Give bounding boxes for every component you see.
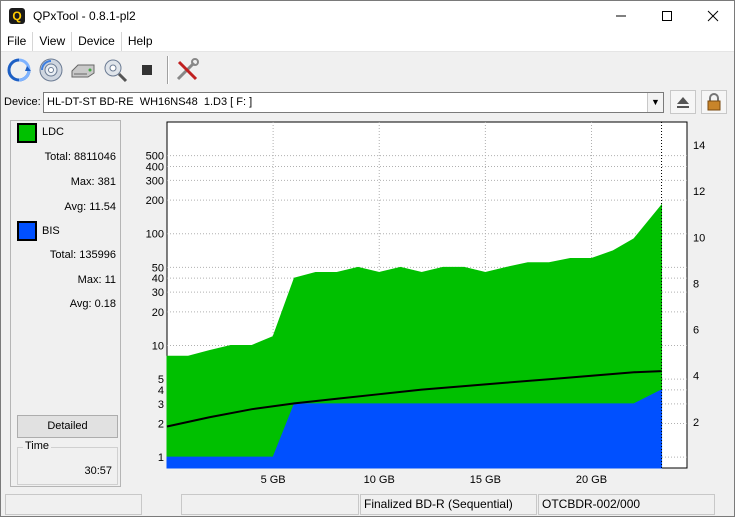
toolbar [1,53,734,87]
app-icon: Q [9,8,25,24]
drive-icon [71,64,95,78]
bis-total: Total: 135996 [49,249,116,261]
y-left-tick-label: 10 [152,340,164,352]
refresh-icon [7,58,31,82]
status-disc-type: Finalized BD-R (Sequential) [360,494,537,515]
y-left-tick-label: 50 [152,262,164,274]
refresh-button[interactable] [4,55,34,85]
status-bar: Finalized BD-R (Sequential) OTCBDR-002/0… [1,494,734,516]
detailed-button[interactable]: Detailed [17,415,118,438]
time-group: Time 30:57 [17,440,118,485]
status-cell-2 [181,494,359,515]
eject-icon [677,97,689,108]
y-left-tick-label: 40 [152,273,164,285]
status-cell-1 [5,494,142,515]
stop-button[interactable] [132,55,162,85]
y-right-tick-label: 10 [693,232,705,244]
y-right-tick-label: 6 [693,325,699,337]
y-left-tick-label: 1 [158,452,164,464]
minimize-icon [616,15,626,17]
ldc-max: Max: 381 [70,176,116,188]
y-left-tick-label: 200 [146,195,164,207]
menu-help[interactable]: Help [122,32,159,51]
y-right-tick-label: 14 [693,140,705,152]
y-left-tick-label: 2 [158,419,164,431]
time-label: Time [23,440,52,452]
title-bar[interactable]: Q QPxTool - 0.8.1-pl2 [1,1,734,31]
close-icon [707,10,719,22]
bis-max: Max: 11 [77,274,116,286]
tools-icon [176,58,199,81]
bis-swatch [17,221,37,241]
y-right-tick-label: 8 [693,278,699,290]
disc-icon [39,58,63,82]
x-tick-label: 15 GB [470,474,501,486]
quality-chart: 1234510203040501002003004005002468101214… [146,121,705,486]
y-left-tick-label: 20 [152,307,164,319]
window-title: QPxTool - 0.8.1-pl2 [33,9,136,23]
ldc-swatch [17,123,37,143]
search-disc-icon [104,59,128,83]
device-label: Device: [4,96,41,108]
maximize-icon [662,11,672,21]
y-left-tick-label: 100 [146,229,164,241]
lock-button[interactable] [701,90,727,114]
y-left-tick-label: 4 [158,385,164,397]
y-left-tick-label: 400 [146,161,164,173]
status-media-id: OTCBDR-002/000 [538,494,715,515]
y-left-tick-label: 300 [146,175,164,187]
drive-button[interactable] [68,55,98,85]
y-right-tick-label: 2 [693,417,699,429]
maximize-button[interactable] [644,1,690,31]
y-left-tick-label: 30 [152,287,164,299]
stop-icon [142,65,152,75]
minimize-button[interactable] [598,1,644,31]
device-bar: Device: HL-DT-ST BD-RE WH16NS48 1.D3 [ F… [1,89,734,115]
menu-view[interactable]: View [33,31,73,51]
y-right-tick-label: 12 [693,186,705,198]
y-left-tick-label: 3 [158,399,164,411]
time-value: 30:57 [84,465,112,477]
x-tick-label: 5 GB [261,474,286,486]
menu-device[interactable]: Device [72,31,122,51]
disc-info-button[interactable] [36,55,66,85]
lock-icon [707,93,721,111]
ldc-legend-label: LDC [42,126,65,138]
device-selected-value: HL-DT-ST BD-RE WH16NS48 1.D3 [ F: ] [47,96,253,108]
settings-button[interactable] [172,55,202,85]
ldc-avg: Avg: 11.54 [64,201,116,213]
y-left-tick-label: 500 [146,151,164,163]
y-left-tick-label: 5 [158,374,164,386]
bis-legend-label: BIS [42,225,60,237]
x-tick-label: 10 GB [364,474,395,486]
scan-button[interactable] [100,55,130,85]
app-window: Q QPxTool - 0.8.1-pl2 File View Device H… [0,0,735,517]
toolbar-separator [167,56,169,84]
close-button[interactable] [690,1,735,31]
ldc-total: Total: 8811046 [44,151,116,163]
eject-button[interactable] [670,90,696,114]
menu-bar: File View Device Help [1,31,734,52]
chevron-down-icon[interactable]: ▼ [647,93,663,112]
menu-file[interactable]: File [1,31,34,51]
stats-panel: LDC Total: 8811046 Max: 381 Avg: 11.54 B… [10,120,121,487]
y-right-tick-label: 4 [693,371,699,383]
x-tick-label: 20 GB [576,474,607,486]
device-select[interactable]: HL-DT-ST BD-RE WH16NS48 1.D3 [ F: ] ▼ [43,92,664,113]
bis-avg: Avg: 0.18 [69,298,116,310]
